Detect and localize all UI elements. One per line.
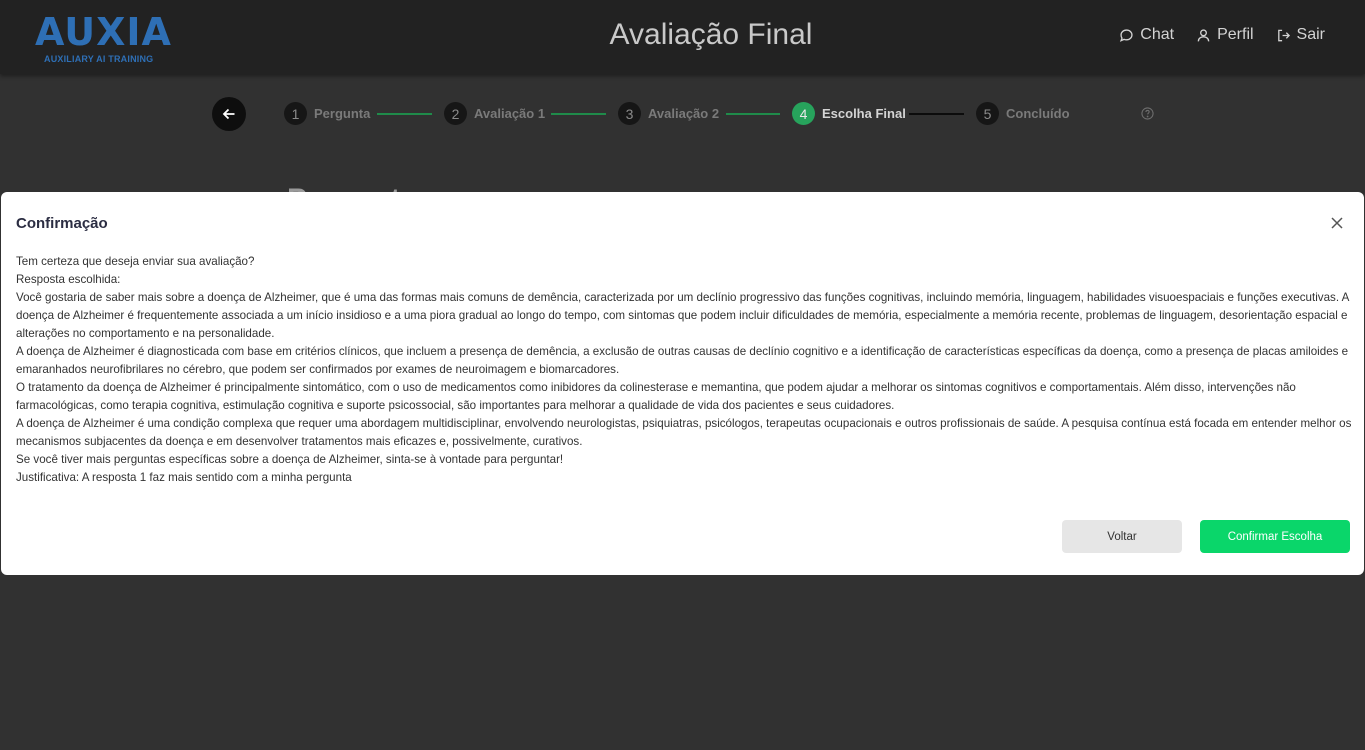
nav-perfil-label: Perfil <box>1217 26 1254 43</box>
step-label: Pergunta <box>314 106 371 121</box>
chosen-answer-label: Resposta escolhida: <box>16 273 121 286</box>
help-icon[interactable] <box>1141 107 1154 120</box>
step-avaliacao-2[interactable]: 3 Avaliação 2 <box>618 102 719 125</box>
nav-chat[interactable]: Chat <box>1119 26 1174 44</box>
app-header: AUXIA AUXILIARY AI TRAINING Avaliação Fi… <box>0 0 1365 74</box>
step-number: 5 <box>976 102 999 125</box>
step-label: Concluído <box>1006 106 1070 121</box>
step-connector <box>551 113 606 115</box>
step-number: 3 <box>618 102 641 125</box>
step-escolha-final[interactable]: 4 Escolha Final <box>792 102 906 125</box>
dialog-body: Tem certeza que deseja enviar sua avalia… <box>16 253 1354 487</box>
step-avaliacao-1[interactable]: 2 Avaliação 1 <box>444 102 545 125</box>
close-icon[interactable] <box>1330 216 1344 230</box>
step-label: Avaliação 2 <box>648 106 720 121</box>
dialog-title: Confirmação <box>16 215 108 232</box>
top-nav: Chat Perfil Sair <box>1119 26 1325 44</box>
step-connector <box>377 113 432 115</box>
step-number: 2 <box>444 102 467 125</box>
answer-paragraph: Você gostaria de saber mais sobre a doen… <box>16 291 1349 340</box>
logout-icon <box>1277 29 1290 41</box>
confirmation-dialog: Confirmação Tem certeza que deseja envia… <box>1 192 1364 575</box>
answer-paragraph: Se você tiver mais perguntas específicas… <box>16 453 564 466</box>
step-concluido[interactable]: 5 Concluído <box>976 102 1070 125</box>
nav-sair-label: Sair <box>1296 26 1325 43</box>
arrow-left-icon <box>222 108 235 120</box>
answer-paragraph: A doença de Alzheimer é diagnosticada co… <box>16 345 1349 376</box>
step-connector <box>909 113 964 115</box>
logo-subtitle: AUXILIARY AI TRAINING <box>44 54 154 64</box>
nav-perfil[interactable]: Perfil <box>1196 26 1254 44</box>
step-number: 1 <box>284 102 307 125</box>
justification-text: Justificativa: A resposta 1 faz mais sen… <box>16 471 352 484</box>
step-label: Avaliação 1 <box>474 106 546 121</box>
progress-stepper: 1 Pergunta 2 Avaliação 1 3 Avaliação 2 4… <box>0 96 1365 132</box>
confirm-choice-button[interactable]: Confirmar Escolha <box>1200 520 1350 553</box>
back-button[interactable] <box>212 97 246 131</box>
user-icon <box>1197 28 1210 41</box>
voltar-button[interactable]: Voltar <box>1062 520 1182 553</box>
nav-sair[interactable]: Sair <box>1276 26 1325 44</box>
nav-chat-label: Chat <box>1140 26 1175 43</box>
answer-paragraph: O tratamento da doença de Alzheimer é pr… <box>16 381 1296 412</box>
step-number: 4 <box>792 102 815 125</box>
confirm-question: Tem certeza que deseja enviar sua avalia… <box>16 255 255 268</box>
step-label: Escolha Final <box>822 106 906 121</box>
answer-paragraph: A doença de Alzheimer é uma condição com… <box>16 417 1352 448</box>
step-pergunta[interactable]: 1 Pergunta <box>284 102 370 125</box>
chat-bubble-icon <box>1120 28 1133 42</box>
step-connector <box>726 113 780 115</box>
